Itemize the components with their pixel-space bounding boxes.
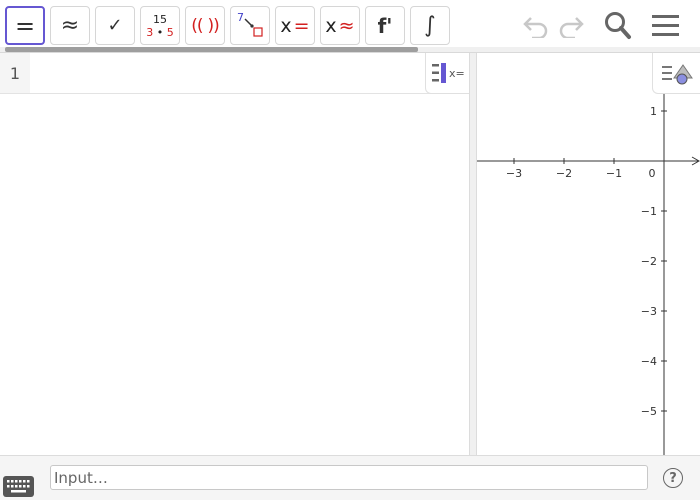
search-icon xyxy=(605,12,631,39)
graphics-style-icon xyxy=(661,64,693,85)
x-axis-tick-label: 0 xyxy=(649,167,656,180)
virtual-keyboard-button[interactable] xyxy=(3,476,34,497)
expand-close-parens: )) xyxy=(207,15,220,36)
x-axis-tick-label: −3 xyxy=(506,167,522,180)
x-axis-tick-label: −2 xyxy=(556,167,572,180)
input-help-button[interactable]: ? xyxy=(663,468,683,488)
undo-button[interactable] xyxy=(519,10,551,42)
expand-open-parens: (( xyxy=(191,15,203,36)
y-axis-tick-label: −1 xyxy=(641,205,657,218)
y-axis-tick-label: −4 xyxy=(641,355,657,368)
factor-tool-button[interactable]: 15 3 • 5 xyxy=(140,6,180,45)
graphics-axes: −3 −2 −1 0 1 −1 −2 −3 −4 −5 xyxy=(477,53,700,455)
main-menu-button[interactable] xyxy=(650,10,682,42)
integral-tool-button[interactable]: ∫ xyxy=(410,6,450,45)
y-axis-tick-label: −5 xyxy=(641,405,657,418)
cas-toolbar: = ≈ ✓ 15 3 • 5 (()) 7 x = x ≈ f' ∫ xyxy=(0,0,700,52)
redo-button[interactable] xyxy=(556,10,588,42)
graphics-view[interactable]: −3 −2 −1 0 1 −1 −2 −3 −4 −5 xyxy=(477,53,700,455)
evaluate-tool-button[interactable]: = xyxy=(5,6,45,45)
algebra-input-field[interactable] xyxy=(50,465,648,490)
nsolve-x: x xyxy=(325,14,337,37)
nsolve-op: ≈ xyxy=(338,14,355,37)
undo-icon xyxy=(523,17,548,38)
derivative-tool-button[interactable]: f' xyxy=(365,6,405,45)
x-axis-tick-label: −1 xyxy=(606,167,622,180)
hamburger-menu-icon xyxy=(652,15,679,36)
geogebra-cas-app: = ≈ ✓ 15 3 • 5 (()) 7 x = x ≈ f' ∫ 1 x= … xyxy=(0,0,700,500)
derivative-icon: f' xyxy=(377,13,393,38)
panel-splitter[interactable] xyxy=(469,53,477,455)
nsolve-icon: x ≈ xyxy=(325,15,354,37)
nsolve-tool-button[interactable]: x ≈ xyxy=(320,6,360,45)
y-axis-tick-label: −2 xyxy=(641,255,657,268)
factor-bottom-right: 5 xyxy=(166,25,174,39)
cas-view: 1 xyxy=(0,53,470,455)
solve-tool-button[interactable]: x = xyxy=(275,6,315,45)
expand-icon: (()) xyxy=(191,15,220,36)
numeric-tool-button[interactable]: ≈ xyxy=(50,6,90,45)
cas-style-bar-toggle[interactable]: x= xyxy=(425,53,470,94)
expand-tool-button[interactable]: (()) xyxy=(185,6,225,45)
cas-input-cell[interactable] xyxy=(30,53,425,93)
search-button[interactable] xyxy=(602,10,634,42)
solve-op: = xyxy=(293,14,310,37)
substitute-number: 7 xyxy=(237,11,244,24)
equals-icon: = xyxy=(14,11,36,40)
y-axis-tick-label: 1 xyxy=(650,105,657,118)
factor-bottom-numbers: 3 • 5 xyxy=(146,26,174,39)
approx-icon: ≈ xyxy=(60,13,80,38)
solve-x: x xyxy=(280,14,292,37)
keyboard-icon xyxy=(7,480,30,493)
keep-input-tool-button[interactable]: ✓ xyxy=(95,6,135,45)
check-icon: ✓ xyxy=(107,15,123,36)
style-bar-label: x= xyxy=(449,67,465,80)
graphics-style-bar-toggle[interactable] xyxy=(652,53,700,94)
cas-row: 1 xyxy=(0,53,470,94)
solve-icon: x = xyxy=(280,15,309,37)
factor-top-number: 15 xyxy=(153,12,167,26)
factor-bottom-left: 3 xyxy=(146,25,154,39)
factor-dot: • xyxy=(156,25,164,39)
integral-icon: ∫ xyxy=(424,13,436,38)
input-bar: ? xyxy=(0,455,700,500)
factor-icon: 15 3 • 5 xyxy=(146,13,174,39)
style-bar-icon: x= xyxy=(431,63,465,83)
substitute-tool-button[interactable]: 7 xyxy=(230,6,270,45)
cas-row-number[interactable]: 1 xyxy=(0,53,30,93)
substitute-icon: 7 xyxy=(237,11,263,37)
redo-icon xyxy=(559,17,584,38)
y-axis-tick-label: −3 xyxy=(641,305,657,318)
